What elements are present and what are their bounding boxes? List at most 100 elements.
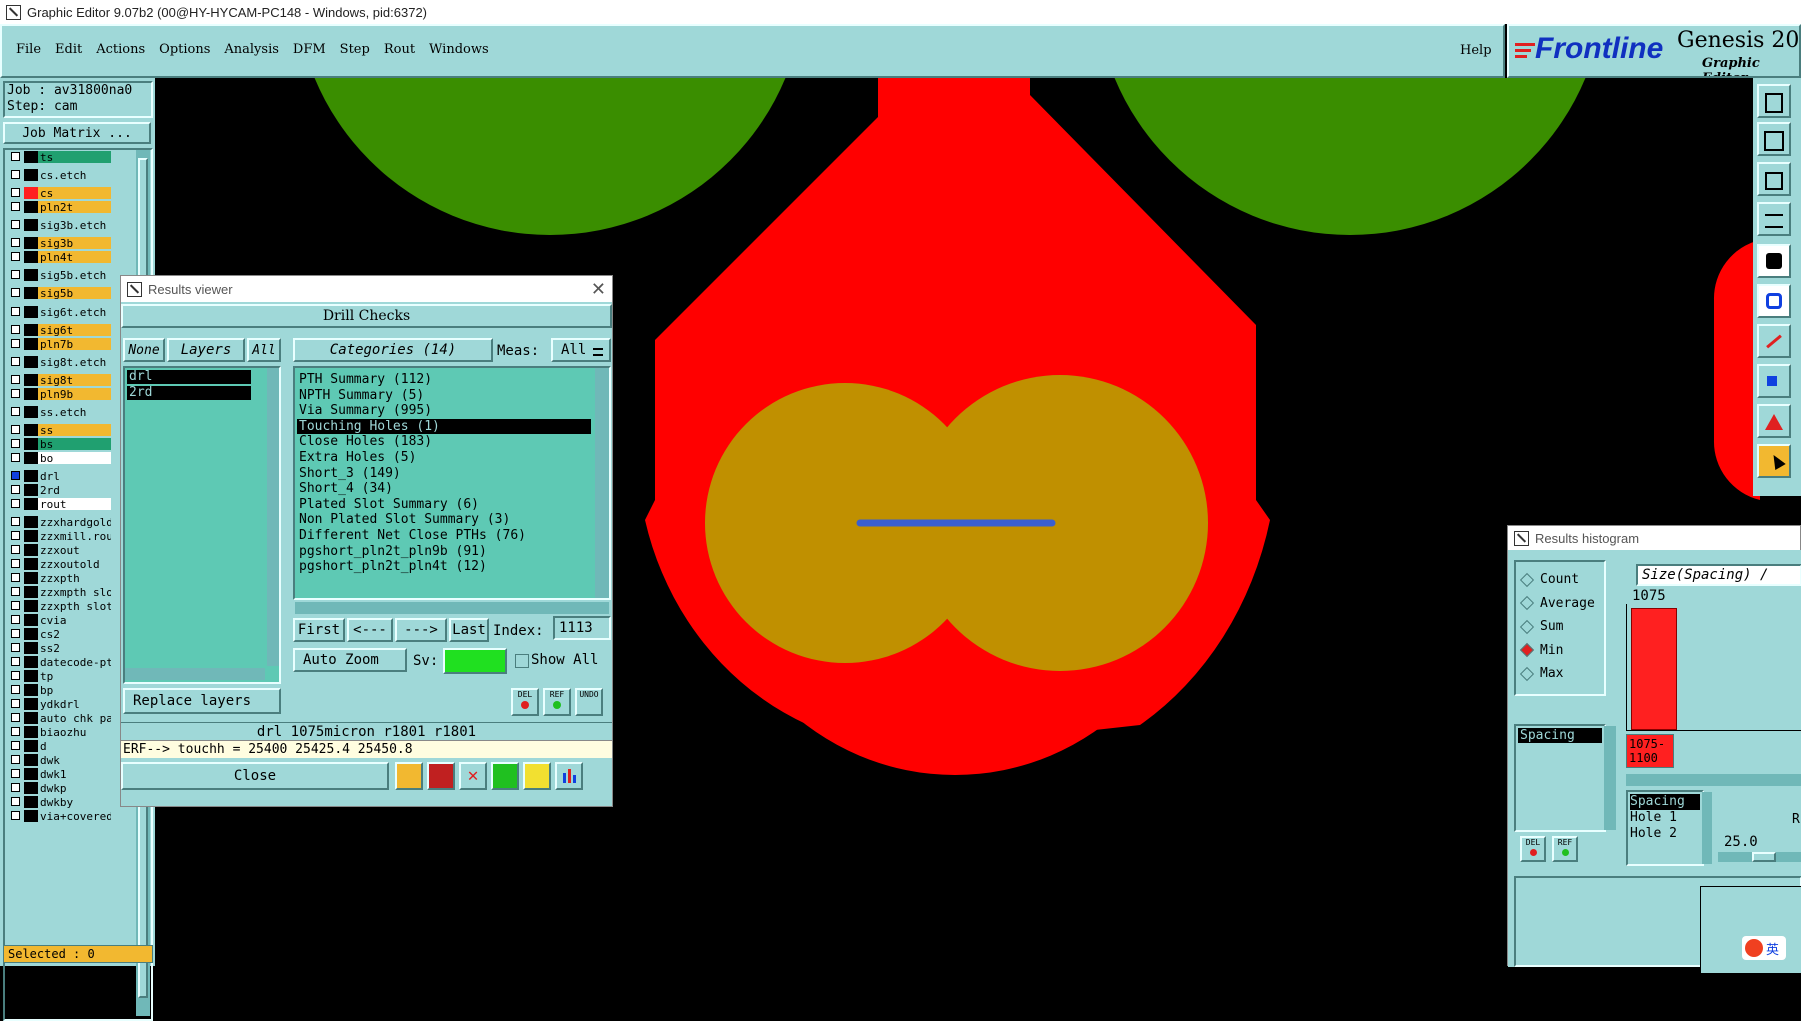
- layer-checkbox[interactable]: [11, 170, 20, 179]
- layer-checkbox[interactable]: [11, 741, 20, 750]
- value-slider[interactable]: [1718, 852, 1801, 862]
- layer-checkbox[interactable]: [11, 587, 20, 596]
- layer-color-swatch[interactable]: [24, 529, 38, 542]
- layer-checkbox[interactable]: [11, 713, 20, 722]
- layer-color-swatch[interactable]: [24, 469, 38, 482]
- layer-name[interactable]: datecode-pt: [38, 655, 111, 668]
- rv-layer-scrollbar[interactable]: [267, 368, 279, 666]
- job-matrix-button[interactable]: Job Matrix ...: [3, 122, 151, 144]
- layer-row[interactable]: 2rd: [11, 483, 111, 496]
- layer-name[interactable]: zzxpth: [38, 571, 111, 584]
- layer-name[interactable]: zzxmill.rou: [38, 529, 111, 542]
- layer-name[interactable]: cs2: [38, 627, 111, 640]
- stat-option-max[interactable]: Max: [1516, 662, 1604, 686]
- category-item[interactable]: Close Holes (183): [297, 434, 591, 450]
- ime-indicator[interactable]: 英: [1742, 936, 1786, 960]
- none-button[interactable]: None: [123, 338, 165, 362]
- categories-button[interactable]: Categories (14): [293, 338, 493, 362]
- category-item[interactable]: Different Net Close PTHs (76): [297, 528, 591, 544]
- layer-color-swatch[interactable]: [24, 585, 38, 598]
- radio-diamond-icon[interactable]: [1519, 619, 1535, 634]
- layers-button[interactable]: Layers: [167, 338, 245, 362]
- category-item[interactable]: PTH Summary (112): [297, 372, 591, 388]
- layer-name[interactable]: ts: [38, 150, 111, 163]
- layer-color-swatch[interactable]: [24, 683, 38, 696]
- help-menu[interactable]: Help: [1460, 43, 1492, 58]
- detail-list-item[interactable]: Hole 2: [1630, 826, 1700, 842]
- drc-tool-icon[interactable]: [1757, 404, 1791, 438]
- layer-checkbox[interactable]: [11, 671, 20, 680]
- layer-checkbox[interactable]: [11, 657, 20, 666]
- layer-row[interactable]: ts: [11, 150, 111, 163]
- layer-color-swatch[interactable]: [24, 655, 38, 668]
- layer-checkbox[interactable]: [11, 811, 20, 820]
- layer-color-swatch[interactable]: [24, 218, 38, 231]
- stat-option-sum[interactable]: Sum: [1516, 615, 1604, 639]
- layer-name[interactable]: pln9b: [38, 387, 111, 400]
- layer-color-swatch[interactable]: [24, 809, 38, 822]
- layer-row[interactable]: biaozhu: [11, 725, 111, 738]
- layer-color-swatch[interactable]: [24, 373, 38, 386]
- layer-checkbox[interactable]: [11, 685, 20, 694]
- layer-name[interactable]: dwk: [38, 753, 111, 766]
- layer-name[interactable]: bo: [38, 451, 111, 464]
- layer-row[interactable]: tp: [11, 669, 111, 682]
- layer-color-swatch[interactable]: [24, 150, 38, 163]
- layer-checkbox[interactable]: [11, 238, 20, 247]
- value-slider-thumb[interactable]: [1752, 852, 1776, 862]
- layer-color-swatch[interactable]: [24, 337, 38, 350]
- menu-step[interactable]: Step: [340, 42, 370, 57]
- categories-hscrollbar[interactable]: [295, 602, 609, 614]
- layer-checkbox[interactable]: [11, 755, 20, 764]
- sv-color-dropdown[interactable]: [443, 648, 507, 674]
- layer-name[interactable]: sig8t.etch: [38, 355, 111, 368]
- layer-checkbox[interactable]: [11, 339, 20, 348]
- net-tool-icon[interactable]: [1757, 284, 1791, 318]
- layer-name[interactable]: sig5b: [38, 286, 111, 299]
- layer-checkbox[interactable]: [11, 202, 20, 211]
- layer-row[interactable]: zzxout: [11, 543, 111, 556]
- layer-checkbox[interactable]: [11, 629, 20, 638]
- histogram-bar[interactable]: [1631, 608, 1677, 730]
- layer-color-swatch[interactable]: [24, 305, 38, 318]
- layer-color-swatch[interactable]: [24, 725, 38, 738]
- layer-row[interactable]: cs2: [11, 627, 111, 640]
- select-tool-icon[interactable]: [1757, 444, 1791, 478]
- snapshot-tool-icon[interactable]: [1757, 244, 1791, 278]
- layer-checkbox[interactable]: [11, 453, 20, 462]
- layer-name[interactable]: dwk1: [38, 767, 111, 780]
- layer-row[interactable]: pln7b: [11, 337, 111, 350]
- edit-result-icon[interactable]: [395, 762, 423, 790]
- close-button[interactable]: Close: [121, 762, 389, 790]
- category-item[interactable]: Non Plated Slot Summary (3): [297, 512, 591, 528]
- layer-row[interactable]: dwk1: [11, 767, 111, 780]
- layer-color-swatch[interactable]: [24, 387, 38, 400]
- category-item[interactable]: Via Summary (995): [297, 403, 591, 419]
- layer-color-swatch[interactable]: [24, 236, 38, 249]
- layer-color-swatch[interactable]: [24, 423, 38, 436]
- layer-color-swatch[interactable]: [24, 286, 38, 299]
- layer-row[interactable]: sig6t: [11, 323, 111, 336]
- layer-name[interactable]: ss2: [38, 641, 111, 654]
- menu-edit[interactable]: Edit: [55, 42, 82, 57]
- layer-color-swatch[interactable]: [24, 186, 38, 199]
- layer-checkbox[interactable]: [11, 325, 20, 334]
- layer-color-swatch[interactable]: [24, 483, 38, 496]
- layer-name[interactable]: sig6t: [38, 323, 111, 336]
- category-item[interactable]: Touching Holes (1): [297, 418, 591, 435]
- layer-color-swatch[interactable]: [24, 739, 38, 752]
- stat-option-count[interactable]: Count: [1516, 568, 1604, 592]
- close-icon[interactable]: ✕: [591, 279, 606, 300]
- layer-row[interactable]: zzxhardgold: [11, 515, 111, 528]
- layer-checkbox[interactable]: [11, 288, 20, 297]
- auto-zoom-dropdown[interactable]: Auto Zoom: [293, 648, 407, 672]
- menu-analysis[interactable]: Analysis: [224, 42, 279, 57]
- layer-row[interactable]: ss: [11, 423, 111, 436]
- layer-color-swatch[interactable]: [24, 795, 38, 808]
- layer-color-swatch[interactable]: [24, 543, 38, 556]
- layer-name[interactable]: pln4t: [38, 250, 111, 263]
- layer-row[interactable]: sig5b.etch: [11, 268, 111, 281]
- layer-name[interactable]: ss.etch: [38, 405, 111, 418]
- category-item[interactable]: Short_3 (149): [297, 466, 591, 482]
- rv-layer-hscrollbar[interactable]: [125, 668, 265, 680]
